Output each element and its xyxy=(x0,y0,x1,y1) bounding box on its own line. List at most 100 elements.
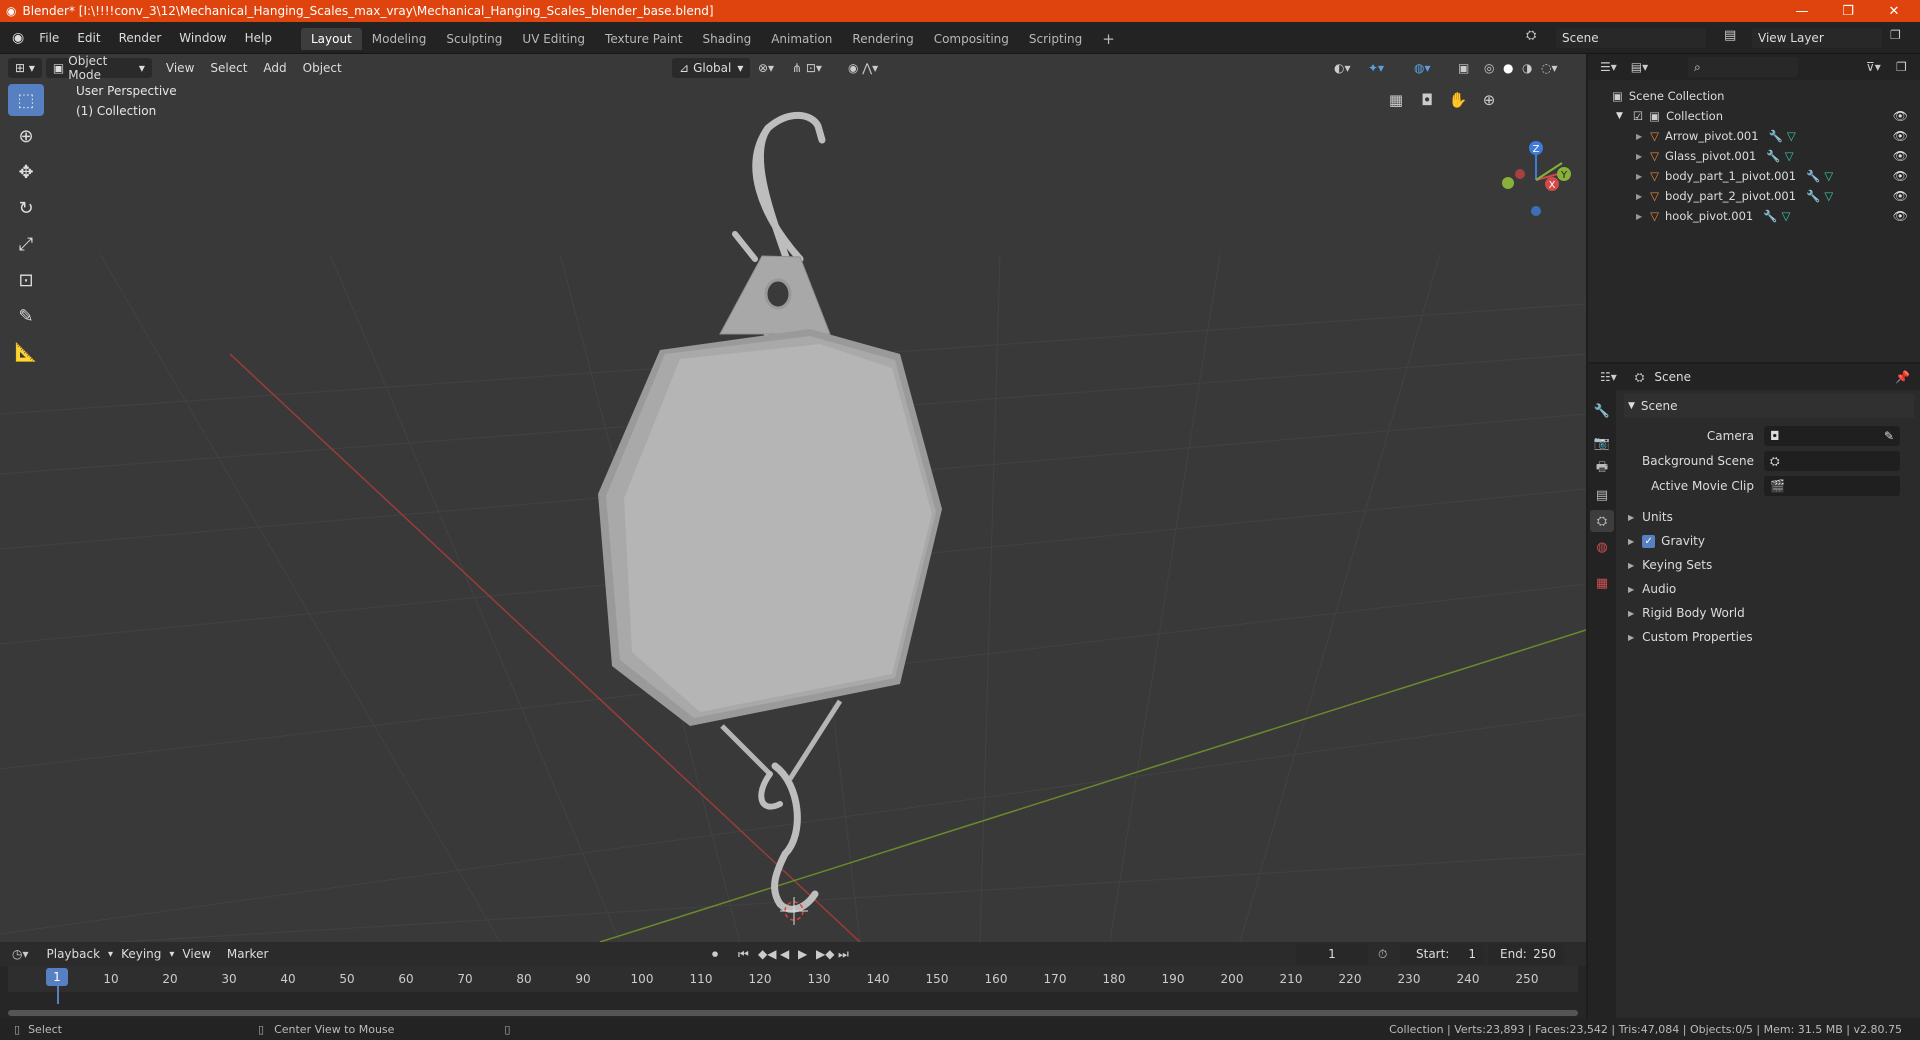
mesh-data-icon[interactable]: ▽ xyxy=(1824,169,1833,183)
zoom-icon[interactable]: ⊕ xyxy=(1475,86,1503,114)
rotate-tool[interactable]: ↻ xyxy=(8,192,44,224)
menu-help[interactable]: Help xyxy=(236,22,281,54)
keying-sets-panel[interactable]: ▶ Keying Sets xyxy=(1624,553,1914,577)
maximize-button[interactable]: ❐ xyxy=(1826,0,1870,22)
menu-render[interactable]: Render xyxy=(110,22,171,54)
outliner-editor-icon[interactable]: ☰▾ xyxy=(1600,60,1617,74)
modifier-icon[interactable]: 🔧 xyxy=(1806,189,1820,203)
tool-tab-icon[interactable]: 🔧 xyxy=(1590,400,1614,422)
modifier-icon[interactable]: 🔧 xyxy=(1806,169,1820,183)
viewport-menu-view[interactable]: View xyxy=(158,61,202,75)
tab-animation[interactable]: Animation xyxy=(761,28,842,50)
tab-shading[interactable]: Shading xyxy=(692,28,761,50)
tab-compositing[interactable]: Compositing xyxy=(924,28,1019,50)
view-layer-selector[interactable]: View Layer xyxy=(1752,28,1882,48)
world-tab-icon[interactable]: ◍ xyxy=(1590,536,1614,558)
output-tab-icon[interactable]: 🖶 xyxy=(1590,458,1614,480)
new-collection-icon[interactable]: ❐ xyxy=(1896,60,1907,74)
viewport-menu-select[interactable]: Select xyxy=(202,61,255,75)
viewport-canvas[interactable]: Z X Y xyxy=(0,54,1586,942)
jump-start-icon[interactable]: ⏮ xyxy=(738,947,749,962)
audio-panel[interactable]: ▶ Audio xyxy=(1624,577,1914,601)
scale-tool[interactable]: ⤢ xyxy=(8,228,44,260)
scene-tab-icon[interactable]: ⛭ xyxy=(1590,510,1614,532)
menu-window[interactable]: Window xyxy=(170,22,235,54)
viewport-menu-add[interactable]: Add xyxy=(255,61,294,75)
scene-section-header[interactable]: ▼ Scene xyxy=(1624,394,1914,418)
properties-editor-icon[interactable]: ☷▾ xyxy=(1600,370,1617,384)
mesh-data-icon[interactable]: ▽ xyxy=(1785,149,1794,163)
modifier-icon[interactable]: 🔧 xyxy=(1769,129,1783,143)
eye-icon[interactable]: 👁 xyxy=(1893,149,1908,163)
outliner-item[interactable]: ▶ ▽ body_part_2_pivot.001 🔧 ▽ 👁 xyxy=(1588,186,1920,206)
pivot-point-icon[interactable]: ⊗▾ xyxy=(758,61,774,75)
material-shading-icon[interactable]: ◑ xyxy=(1522,61,1532,75)
eye-icon[interactable]: 👁 xyxy=(1893,109,1908,123)
view-layer-icon[interactable]: ▤ xyxy=(1724,28,1736,43)
select-box-tool[interactable]: ⬚ xyxy=(8,84,44,116)
wireframe-shading-icon[interactable]: ◎ xyxy=(1484,61,1494,75)
outliner-item[interactable]: ▶ ▽ Glass_pivot.001 🔧 ▽ 👁 xyxy=(1588,146,1920,166)
grid-icon[interactable]: ▦ xyxy=(1382,86,1410,114)
tab-uv-editing[interactable]: UV Editing xyxy=(512,28,595,50)
outliner-collection[interactable]: ▼ ☑ ▣ Collection 👁 xyxy=(1588,106,1920,126)
timeline-menu-view[interactable]: View xyxy=(174,947,218,961)
mesh-data-icon[interactable]: ▽ xyxy=(1824,189,1833,203)
timeline-menu-marker[interactable]: Marker xyxy=(219,947,276,961)
minimize-button[interactable]: — xyxy=(1780,0,1824,22)
outliner-item[interactable]: ▶ ▽ hook_pivot.001 🔧 ▽ 👁 xyxy=(1588,206,1920,226)
hand-pan-icon[interactable]: ✋ xyxy=(1444,86,1472,114)
tab-rendering[interactable]: Rendering xyxy=(842,28,923,50)
mode-selector[interactable]: ▣ Object Mode ▾ xyxy=(45,54,152,82)
prev-keyframe-icon[interactable]: ◆◀ xyxy=(758,947,776,961)
3d-viewport[interactable]: Z X Y ⊞ ▾ ▣ Object Mode ▾ View Select Ad… xyxy=(0,54,1586,942)
visibility-icon[interactable]: ◐▾ xyxy=(1334,61,1351,75)
timeline-editor-icon[interactable]: ◷▾ xyxy=(12,947,29,961)
eye-icon[interactable]: 👁 xyxy=(1893,129,1908,143)
eye-icon[interactable]: 👁 xyxy=(1893,209,1908,223)
expand-arrow-icon[interactable]: ▶ xyxy=(1636,212,1642,221)
navigation-gizmo[interactable]: Z X Y xyxy=(1502,141,1571,216)
rigid-body-world-panel[interactable]: ▶ Rigid Body World xyxy=(1624,601,1914,625)
add-workspace-button[interactable]: + xyxy=(1092,28,1125,50)
scene-icon[interactable]: ⛭ xyxy=(1526,28,1536,43)
jump-end-icon[interactable]: ⏭ xyxy=(838,947,849,962)
eye-icon[interactable]: 👁 xyxy=(1893,189,1908,203)
viewport-menu-object[interactable]: Object xyxy=(295,61,350,75)
tab-scripting[interactable]: Scripting xyxy=(1019,28,1092,50)
expand-arrow-icon[interactable]: ▶ xyxy=(1636,152,1642,161)
current-frame-field[interactable]: 1 xyxy=(1296,944,1368,964)
expand-arrow-icon[interactable]: ▶ xyxy=(1636,132,1642,141)
mesh-data-icon[interactable]: ▽ xyxy=(1782,209,1791,223)
outliner-search-input[interactable]: ⌕ xyxy=(1688,57,1798,77)
tab-sculpting[interactable]: Sculpting xyxy=(436,28,512,50)
gravity-panel[interactable]: ▶ ✓ Gravity xyxy=(1624,529,1914,553)
units-panel[interactable]: ▶ Units xyxy=(1624,505,1914,529)
xray-icon[interactable]: ▣ xyxy=(1458,61,1469,75)
rendered-shading-icon[interactable]: ◌▾ xyxy=(1541,61,1558,75)
expand-arrow-icon[interactable]: ▶ xyxy=(1636,172,1642,181)
close-button[interactable]: ✕ xyxy=(1872,0,1916,22)
menu-edit[interactable]: Edit xyxy=(68,22,109,54)
view-layer-tab-icon[interactable]: ▤ xyxy=(1590,484,1614,506)
play-icon[interactable]: ▶ xyxy=(798,947,807,961)
transform-orientation-selector[interactable]: ⊿ Global ▾ xyxy=(672,58,750,78)
move-tool[interactable]: ✥ xyxy=(8,156,44,188)
outliner-item[interactable]: ▶ ▽ Arrow_pivot.001 🔧 ▽ 👁 xyxy=(1588,126,1920,146)
play-reverse-icon[interactable]: ◀ xyxy=(780,947,789,961)
tab-texture-paint[interactable]: Texture Paint xyxy=(595,28,692,50)
transform-tool[interactable]: ⊡ xyxy=(8,264,44,296)
blender-menu-icon[interactable]: ◉ xyxy=(0,30,30,46)
timeline-menu-playback[interactable]: Playback xyxy=(39,947,109,961)
custom-properties-panel[interactable]: ▶ Custom Properties xyxy=(1624,625,1914,649)
mesh-data-icon[interactable]: ▽ xyxy=(1787,129,1796,143)
end-frame-field[interactable]: End: 250 xyxy=(1488,944,1564,964)
proportional-edit-icon[interactable]: ◉ ⋀▾ xyxy=(848,61,878,75)
expand-arrow-icon[interactable]: ▼ xyxy=(1616,111,1623,121)
hanging-scale-model[interactable] xyxy=(598,111,942,913)
menu-file[interactable]: File xyxy=(30,22,68,54)
active-movie-clip-field[interactable]: 🎬 xyxy=(1764,476,1900,496)
solid-shading-icon[interactable]: ● xyxy=(1503,61,1513,75)
camera-icon[interactable]: ◘ xyxy=(1413,86,1441,114)
tab-layout[interactable]: Layout xyxy=(300,27,362,50)
